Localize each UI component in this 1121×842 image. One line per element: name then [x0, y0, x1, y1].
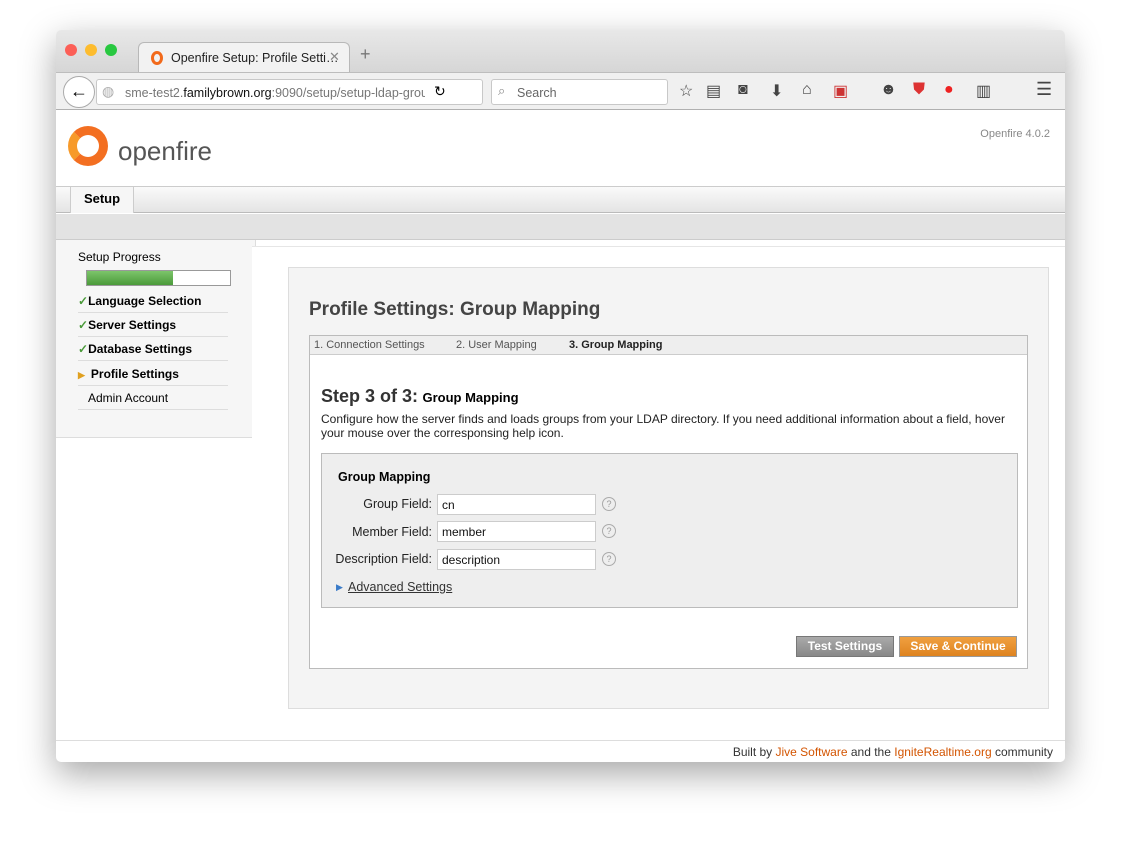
progress-fill [87, 271, 173, 285]
wizard-panel: 1. Connection Settings 2. User Mapping 3… [309, 335, 1028, 669]
current-arrow-icon: ▶ [78, 370, 85, 380]
group-mapping-section: Group Mapping Group Field: cn ? Member F… [321, 453, 1018, 608]
toolbar: ◍ sme-test2.familybrown.org:9090/setup/s… [56, 72, 1065, 110]
sidebar-item-language: ✓Language Selection [78, 289, 228, 313]
footer: Built by Jive Software and the IgniteRea… [56, 740, 1065, 762]
minimize-window-button[interactable] [85, 44, 97, 56]
tab-setup[interactable]: Setup [70, 187, 134, 213]
pocket-icon[interactable]: ◙ [738, 81, 748, 99]
shield-icon[interactable]: ⛊ [913, 81, 925, 99]
step-tab-user: 2. User Mapping [456, 339, 537, 351]
sidebar-item-server: ✓Server Settings [78, 313, 228, 337]
url-bar[interactable]: ◍ sme-test2.familybrown.org:9090/setup/s… [96, 79, 483, 105]
step-tab-connection: 1. Connection Settings [314, 339, 425, 351]
menu-icon[interactable]: ☰ [1036, 79, 1052, 100]
clipboard-icon[interactable]: ▥ [976, 81, 991, 101]
close-window-button[interactable] [65, 44, 77, 56]
tab-title: Openfire Setup: Profile Setti… [171, 51, 339, 65]
check-icon: ✓ [78, 318, 89, 332]
browser-tab[interactable]: Openfire Setup: Profile Setti… ✕ [138, 42, 350, 73]
page-title: Profile Settings: Group Mapping [309, 299, 601, 320]
sidebar-item-profile: ▶ Profile Settings [78, 362, 228, 386]
setup-progress-title: Setup Progress [78, 250, 161, 264]
tab-bar: Openfire Setup: Profile Setti… ✕ + [56, 30, 1065, 73]
member-field-input[interactable]: member [437, 521, 596, 542]
reading-list-icon[interactable]: ▤ [706, 81, 721, 101]
sidebar: Setup Progress ✓Language Selection ✓Serv… [56, 240, 256, 438]
dots-extension-icon[interactable]: ● [944, 81, 954, 99]
check-icon: ✓ [78, 342, 89, 356]
close-tab-icon[interactable]: ✕ [329, 49, 340, 65]
content-box: Profile Settings: Group Mapping 1. Conne… [288, 267, 1049, 709]
description-field-input[interactable]: description [437, 549, 596, 570]
globe-icon: ◍ [102, 83, 115, 99]
pdf-icon[interactable]: ▣ [833, 81, 848, 101]
home-icon[interactable]: ⌂ [802, 81, 812, 99]
search-input[interactable]: ⌕ Search [491, 79, 668, 105]
back-button[interactable]: ← [63, 76, 95, 108]
version-label: Openfire 4.0.2 [980, 128, 1050, 140]
check-icon: ✓ [78, 294, 89, 308]
nav-bar: Setup [56, 187, 1065, 213]
step-heading: Step 3 of 3: Group Mapping [321, 386, 519, 406]
ignite-realtime-link[interactable]: IgniteRealtime.org [894, 745, 991, 759]
help-icon[interactable]: ? [602, 552, 616, 566]
sub-nav-bar [56, 214, 1065, 240]
section-title: Group Mapping [338, 470, 431, 484]
help-icon[interactable]: ? [602, 497, 616, 511]
search-icon: ⌕ [498, 83, 506, 98]
group-field-input[interactable]: cn [437, 494, 596, 515]
header: openfire Openfire 4.0.2 [56, 110, 1065, 187]
step-description: Configure how the server finds and loads… [321, 412, 1005, 440]
download-icon[interactable]: ⬇ [770, 81, 783, 101]
url-text: sme-test2.familybrown.org:9090/setup/set… [125, 86, 425, 100]
sidebar-item-database: ✓Database Settings [78, 337, 228, 361]
bookmark-star-icon[interactable]: ☆ [679, 81, 693, 101]
browser-window: Openfire Setup: Profile Setti… ✕ + ◍ sme… [56, 30, 1065, 762]
openfire-logo-icon [68, 126, 108, 166]
step-tab-group: 3. Group Mapping [569, 339, 663, 351]
logo-text: openfire [118, 136, 212, 166]
search-placeholder: Search [517, 86, 557, 100]
member-field-label: Member Field: [352, 525, 432, 539]
test-settings-button[interactable]: Test Settings [796, 636, 894, 657]
progress-bar [86, 270, 231, 286]
openfire-favicon-icon [151, 51, 163, 65]
expand-arrow-icon[interactable]: ▶ [336, 582, 343, 593]
page-content: openfire Openfire 4.0.2 Setup Setup Prog… [56, 110, 1065, 762]
step-tabs: 1. Connection Settings 2. User Mapping 3… [310, 336, 1027, 355]
chat-icon[interactable]: ☻ [880, 81, 897, 99]
zoom-window-button[interactable] [105, 44, 117, 56]
help-icon[interactable]: ? [602, 524, 616, 538]
description-field-label: Description Field: [335, 552, 432, 566]
sidebar-item-admin: Admin Account [78, 386, 228, 410]
new-tab-icon[interactable]: + [360, 44, 371, 65]
jive-software-link[interactable]: Jive Software [776, 745, 848, 759]
reload-icon[interactable]: ↻ [434, 83, 446, 100]
advanced-settings-link[interactable]: Advanced Settings [348, 580, 452, 594]
group-field-label: Group Field: [363, 497, 432, 511]
save-continue-button[interactable]: Save & Continue [899, 636, 1017, 657]
